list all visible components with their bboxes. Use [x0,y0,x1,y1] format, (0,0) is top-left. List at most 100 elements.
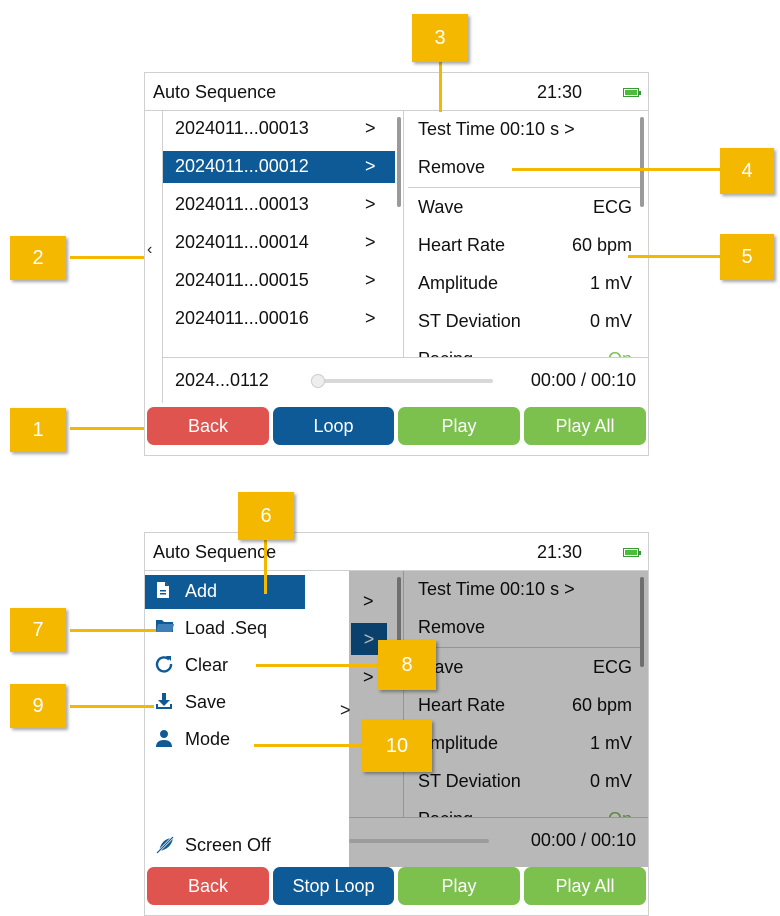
playback-bar: 2024...0112 00:00 / 00:10 [163,357,648,403]
chevron-left-icon: ‹ [147,241,153,258]
callout-leader [70,705,154,708]
callout-1: 1 [10,408,66,452]
parameter-panel: Test Time 00:10 s > Remove Wave ECG Hear… [408,111,648,357]
auto-sequence-screen-1: Auto Sequence 21:30 ‹ 2024011...00013 > … [144,72,649,456]
param-value: On [608,349,632,357]
file-name: 2024011...00016 [175,308,309,328]
file-name: 2024011...00012 [175,156,309,176]
param-row-st-deviation[interactable]: ST Deviation 0 mV [408,305,632,341]
stop-loop-button[interactable]: Stop Loop [273,867,394,905]
file-icon [155,581,175,601]
menu-item-mode[interactable]: Mode [145,723,305,757]
back-button[interactable]: Back [147,867,269,905]
param-row-heart-rate[interactable]: Heart Rate 60 bpm [408,229,632,265]
remove-label: Remove [418,157,486,177]
file-item[interactable]: 2024011...00014 > [163,227,395,259]
chevron-right-icon: > [365,156,376,176]
param-row-amplitude[interactable]: Amplitude 1 mV [408,267,632,303]
menu-item-label: Save [185,692,227,712]
param-value: 0 mV [589,311,632,331]
callout-10: 10 [362,720,432,772]
param-row-wave[interactable]: Wave ECG [408,191,632,227]
chevron-right-icon: > [365,194,376,214]
param-label: Pacing [418,349,473,357]
clock: 21:30 [537,542,583,562]
loop-button[interactable]: Loop [273,407,394,445]
menu-item-label: Add [185,581,218,601]
battery-icon [623,88,641,97]
callout-leader [264,540,267,594]
callout-leader [254,744,366,747]
menu-item-label: Clear [185,655,229,675]
callout-7: 7 [10,608,66,652]
callout-leader [512,168,724,171]
param-label: ST Deviation [418,311,521,331]
status-bar: Auto Sequence 21:30 [145,73,648,111]
file-item[interactable]: 2024011...00013 > [163,113,395,145]
menu-item-add[interactable]: Add [145,575,305,609]
playback-time: 00:00 / 00:10 [530,370,636,390]
file-list-scrollbar[interactable] [397,117,401,207]
back-button[interactable]: Back [147,407,269,445]
screen-title: Auto Sequence [153,542,277,562]
screen-off-icon [155,835,175,855]
status-bar: Auto Sequence 21:30 [145,533,648,571]
menu-item-load-seq[interactable]: Load .Seq [145,612,305,646]
callout-leader [256,664,380,667]
collapse-menu-handle[interactable]: ‹ [145,111,163,403]
user-icon [155,729,175,749]
callout-6: 6 [238,492,294,540]
param-label: Heart Rate [418,235,506,255]
param-value: ECG [592,197,632,217]
download-icon [155,692,175,712]
callout-5: 5 [720,234,774,280]
param-value: 1 mV [589,273,632,293]
param-scrollbar[interactable] [640,117,644,207]
dim-overlay [349,571,648,867]
play-all-button[interactable]: Play All [524,867,646,905]
callout-8: 8 [378,640,436,690]
clock: 21:30 [537,82,583,102]
chevron-right-icon: > [365,270,376,290]
file-item[interactable]: 2024011...00016 > [163,303,395,335]
param-label: Wave [418,197,464,217]
playing-file-name: 2024...0112 [175,370,269,390]
button-bar: Back Loop Play Play All [145,407,648,451]
file-name: 2024011...00014 [175,232,309,252]
param-row-pacing[interactable]: Pacing On [408,343,632,357]
screen-title: Auto Sequence [153,82,277,102]
play-button[interactable]: Play [398,407,520,445]
menu-item-save[interactable]: Save > [145,686,351,720]
callout-leader [70,427,144,430]
chevron-right-icon: > [365,308,376,328]
file-name: 2024011...00013 [175,118,309,138]
menu-item-label: Screen Off [185,835,271,855]
file-item-selected[interactable]: 2024011...00012 > [163,151,395,183]
playback-progress-knob[interactable] [311,374,325,388]
sequence-file-list: 2024011...00013 > 2024011...00012 > 2024… [163,111,403,357]
file-name: 2024011...00015 [175,270,309,290]
chevron-right-icon: > [365,232,376,252]
callout-9: 9 [10,684,66,728]
file-name: 2024011...00013 [175,194,309,214]
play-all-button[interactable]: Play All [524,407,646,445]
menu-item-label: Load .Seq [185,618,268,638]
battery-icon [623,548,641,557]
test-time-row[interactable]: Test Time 00:10 s > [408,113,632,149]
callout-leader [628,255,722,258]
button-bar: Back Stop Loop Play Play All [145,867,648,911]
folder-icon [155,618,175,638]
callout-4: 4 [720,148,774,194]
callout-2: 2 [10,236,66,280]
menu-item-screen-off[interactable]: Screen Off [145,829,305,863]
test-time-label: Test Time 00:10 s > [418,119,575,139]
file-item[interactable]: 2024011...00015 > [163,265,395,297]
file-item[interactable]: 2024011...00013 > [163,189,395,221]
options-menu: Add Load .Seq Clear Save > Mode Screen O… [145,571,351,867]
refresh-icon [155,655,175,675]
chevron-right-icon: > [365,118,376,138]
chevron-right-icon: > [340,700,351,720]
play-button[interactable]: Play [398,867,520,905]
playback-progress-track[interactable] [313,379,493,383]
callout-leader [70,256,144,259]
